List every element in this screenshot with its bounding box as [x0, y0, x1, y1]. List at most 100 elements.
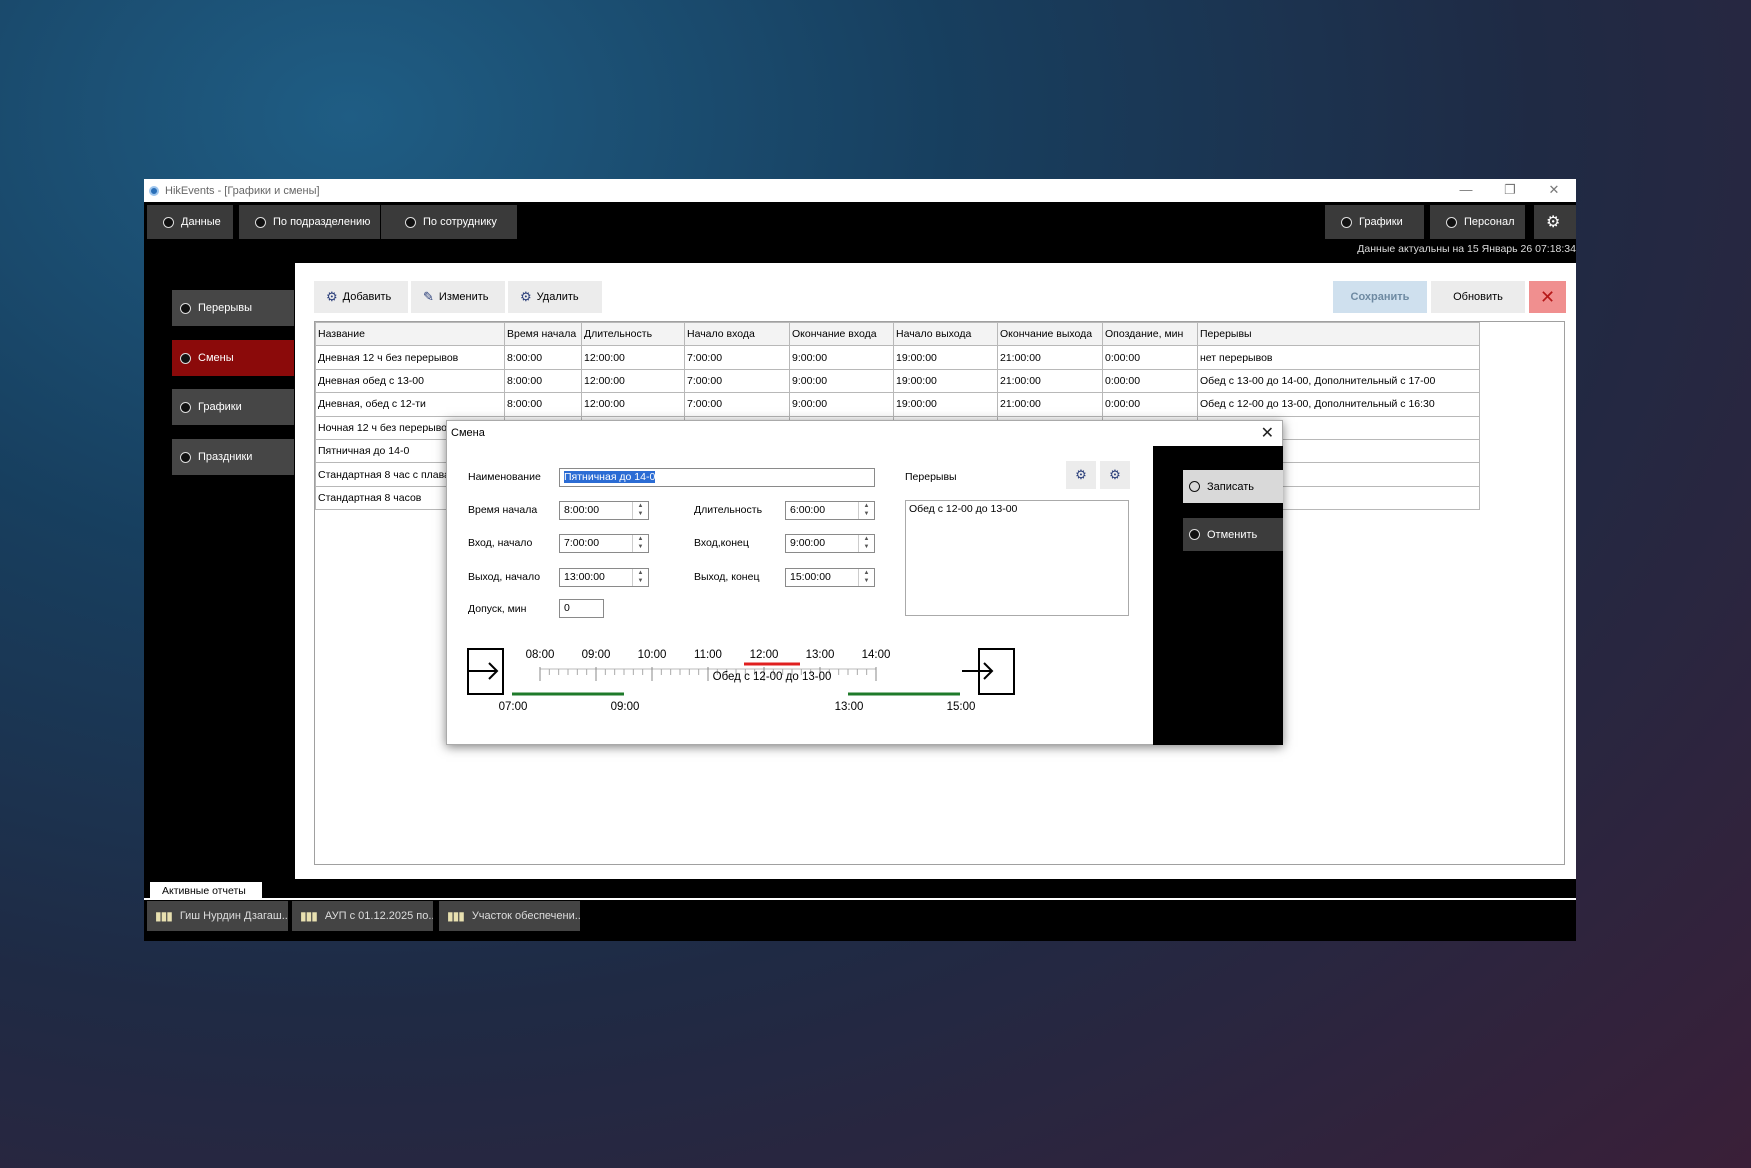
table-cell: Дневная 12 ч без перерывов [315, 345, 505, 370]
table-row[interactable]: Дневная, обед с 12-ти 8:00:00 12:00:00 7:00… [315, 392, 1480, 417]
radio-icon [1341, 216, 1352, 228]
tolerance-field[interactable]: 0 [559, 599, 604, 618]
column-header[interactable]: Окончание входа [789, 321, 894, 347]
table-cell: 9:00:00 [789, 345, 894, 370]
save-button[interactable]: Сохранить [1333, 281, 1427, 313]
shift-dialog: Смена ✕ Наименование Пятничная до 14-0 В… [446, 420, 1283, 745]
table-cell: Обед с 12-00 до 13-00, Дополнительный с … [1197, 392, 1480, 417]
table-cell: 8:00:00 [504, 345, 582, 370]
table-cell: Дневная, обед с 12-ти [315, 392, 505, 417]
nav-data-button[interactable]: Данные [147, 205, 233, 239]
report-item[interactable]: ▮▮▮ АУП с 01.12.2025 по... [292, 901, 433, 931]
maximize-button[interactable]: ❐ [1488, 179, 1532, 202]
radio-icon [1446, 216, 1457, 228]
column-header[interactable]: Окончание выхода [997, 321, 1103, 347]
table-cell: Дневная обед с 13-00 [315, 368, 505, 394]
list-item[interactable]: Обед с 12-00 до 13-00 [909, 503, 1125, 515]
hour-label: 10:00 [638, 649, 667, 661]
table-cell: 9:00:00 [789, 368, 894, 394]
break-bar-label: Обед с 12-00 до 13-00 [713, 671, 832, 683]
table-cell: 19:00:00 [893, 392, 998, 417]
exit-door-icon [962, 648, 1015, 695]
spinner-arrows-icon[interactable]: ▲ ▼ [632, 569, 648, 586]
radio-icon [180, 352, 191, 364]
close-icon[interactable]: ✕ [1529, 281, 1566, 313]
cancel-button[interactable]: Отменить [1183, 518, 1283, 551]
delete-break-button[interactable]: ⚙ [1100, 461, 1130, 489]
report-item[interactable]: ▮▮▮ Гиш Нурдин Дзагаш... [147, 901, 288, 931]
delete-gear-icon: ⚙ [520, 289, 532, 304]
table-cell: 12:00:00 [581, 368, 685, 394]
nav-personnel-button[interactable]: Персонал [1430, 205, 1525, 239]
table-cell: 12:00:00 [581, 392, 685, 417]
edit-pencil-icon: ✎ [423, 289, 434, 304]
write-button[interactable]: Записать [1183, 470, 1283, 503]
table-cell: 21:00:00 [997, 345, 1103, 370]
hour-label: 12:00 [750, 649, 779, 661]
table-row[interactable]: Дневная 12 ч без перерывов 8:00:00 12:00:0… [315, 345, 1480, 370]
report-item[interactable]: ▮▮▮ Участок обеспечени... [439, 901, 580, 931]
nav-by-department-button[interactable]: По подразделению [239, 205, 380, 239]
column-header[interactable]: Перерывы [1197, 321, 1480, 347]
add-button[interactable]: ⚙ Добавить [314, 281, 408, 313]
data-status-text: Данные актуальны на 15 Январь 26 07:18:3… [1357, 243, 1576, 255]
spinner-arrows-icon[interactable]: ▲ ▼ [858, 535, 874, 552]
breaks-label: Перерывы [905, 471, 957, 483]
column-header[interactable]: Время начала [504, 321, 582, 347]
table-row[interactable]: Дневная обед с 13-00 8:00:00 12:00:00 7:00:… [315, 368, 1480, 394]
entry-end-field[interactable]: 9:00:00 ▲ ▼ [785, 534, 875, 553]
nav-schedules-button[interactable]: Графики [1325, 205, 1424, 239]
window-title: HikEvents - [Графики и смены] [165, 184, 320, 197]
table-cell: 8:00:00 [504, 392, 582, 417]
add-gear-icon: ⚙ [1075, 467, 1087, 482]
radio-icon [1189, 529, 1200, 540]
hour-label: 14:00 [862, 649, 891, 661]
exit-end-label: Выход, конец [694, 571, 760, 583]
spinner-arrows-icon[interactable]: ▲ ▼ [858, 569, 874, 586]
table-cell: 7:00:00 [684, 345, 790, 370]
column-header[interactable]: Название [315, 321, 505, 347]
radio-icon [180, 451, 191, 463]
table-cell: 7:00:00 [684, 392, 790, 417]
table-cell: 21:00:00 [997, 392, 1103, 417]
radio-icon [405, 216, 416, 228]
duration-field[interactable]: 6:00:00 ▲ ▼ [785, 501, 875, 520]
table-cell: 9:00:00 [789, 392, 894, 417]
exit-to-label: 15:00 [947, 701, 976, 713]
breaks-list[interactable]: Обед с 12-00 до 13-00 [905, 500, 1129, 616]
start-time-field[interactable]: 8:00:00 ▲ ▼ [559, 501, 649, 520]
sidebar-item-schedules[interactable]: Графики [172, 389, 294, 425]
title-bar: HikEvents - [Графики и смены] — ❐ ✕ [144, 179, 1576, 202]
close-window-button[interactable]: ✕ [1532, 179, 1576, 202]
name-field[interactable]: Пятничная до 14-0 [559, 468, 875, 487]
sidebar-item-holidays[interactable]: Праздники [172, 439, 294, 475]
table-cell: 8:00:00 [504, 368, 582, 394]
sidebar-item-shifts[interactable]: Смены [172, 340, 294, 376]
column-header[interactable]: Длительность [581, 321, 685, 347]
divider [144, 898, 1576, 900]
sidebar-item-breaks[interactable]: Перерывы [172, 290, 294, 326]
report-icon: ▮▮▮ [155, 909, 173, 923]
exit-end-field[interactable]: 15:00:00 ▲ ▼ [785, 568, 875, 587]
minimize-button[interactable]: — [1444, 179, 1488, 202]
dialog-close-icon[interactable]: ✕ [1261, 423, 1274, 443]
spinner-arrows-icon[interactable]: ▲ ▼ [632, 535, 648, 552]
radio-icon [255, 216, 266, 228]
spinner-arrows-icon[interactable]: ▲ ▼ [632, 502, 648, 519]
nav-by-employee-button[interactable]: По сотруднику [381, 205, 517, 239]
column-header[interactable]: Начало выхода [893, 321, 998, 347]
shift-timeline: 08:00 09:00 10:00 11:00 12:00 13:00 14:0… [467, 648, 1015, 713]
report-icon: ▮▮▮ [447, 909, 465, 923]
column-header[interactable]: Опоздание, мин [1102, 321, 1198, 347]
hour-label: 09:00 [582, 649, 611, 661]
refresh-button[interactable]: Обновить [1431, 281, 1525, 313]
settings-button[interactable]: ⚙ [1534, 205, 1576, 239]
column-header[interactable]: Начало входа [684, 321, 790, 347]
spinner-arrows-icon[interactable]: ▲ ▼ [858, 502, 874, 519]
edit-button[interactable]: ✎ Изменить [411, 281, 505, 313]
exit-start-field[interactable]: 13:00:00 ▲ ▼ [559, 568, 649, 587]
add-break-button[interactable]: ⚙ [1066, 461, 1096, 489]
table-cell: 0:00:00 [1102, 392, 1198, 417]
delete-button[interactable]: ⚙ Удалить [508, 281, 602, 313]
entry-start-field[interactable]: 7:00:00 ▲ ▼ [559, 534, 649, 553]
